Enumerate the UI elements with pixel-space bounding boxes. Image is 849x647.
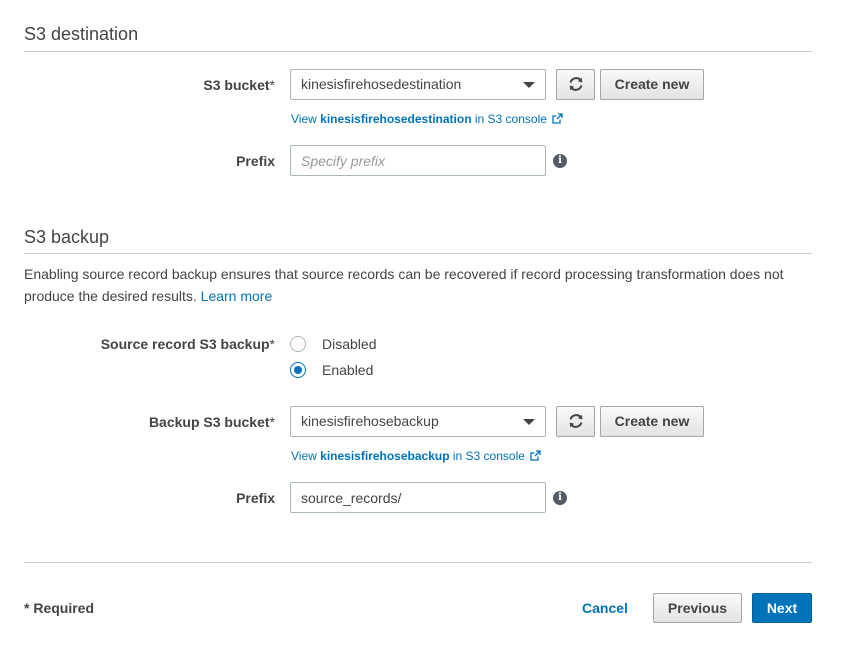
refresh-bucket-button[interactable] — [556, 69, 595, 100]
section-divider — [24, 253, 812, 254]
previous-button[interactable]: Previous — [653, 593, 742, 623]
view-bucket-console-link[interactable]: View kinesisfirehosedestination in S3 co… — [291, 112, 563, 126]
section-divider — [24, 51, 812, 52]
backup-description-text: Enabling source record backup ensures th… — [24, 266, 784, 304]
s3-bucket-select[interactable]: kinesisfirehosedestination — [290, 69, 546, 100]
radio-enabled-label: Enabled — [322, 362, 374, 378]
info-icon[interactable]: i — [553, 491, 567, 505]
backup-prefix-label: Prefix — [236, 490, 275, 506]
cancel-button[interactable]: Cancel — [582, 600, 628, 616]
source-record-backup-label-text: Source record S3 backup — [100, 336, 270, 352]
chevron-down-icon — [523, 82, 535, 88]
s3-bucket-label-text: S3 bucket — [203, 77, 270, 93]
s3-backup-title: S3 backup — [24, 227, 110, 247]
footer-divider — [24, 562, 812, 563]
backup-bucket-select[interactable]: kinesisfirehosebackup — [290, 406, 546, 437]
radio-disabled-circle[interactable] — [290, 336, 306, 352]
link-prefix: View — [291, 449, 317, 463]
radio-enabled-circle[interactable] — [290, 362, 306, 378]
required-asterisk: * — [269, 414, 275, 430]
s3-bucket-select-value: kinesisfirehosedestination — [301, 76, 462, 92]
source-record-backup-label: Source record S3 backup* — [101, 336, 275, 352]
create-new-bucket-button[interactable]: Create new — [600, 69, 704, 100]
s3-destination-title: S3 destination — [24, 24, 139, 44]
required-asterisk: * — [269, 77, 275, 93]
info-icon[interactable]: i — [553, 154, 567, 168]
link-suffix: in S3 console — [474, 112, 547, 126]
backup-prefix-input[interactable] — [290, 482, 546, 513]
chevron-down-icon — [523, 419, 535, 425]
link-prefix: View — [291, 112, 317, 126]
link-suffix: in S3 console — [452, 449, 525, 463]
radio-enabled[interactable]: Enabled — [290, 361, 373, 379]
required-note: * Required — [24, 600, 95, 616]
next-button[interactable]: Next — [752, 593, 812, 623]
external-link-icon — [552, 113, 563, 124]
radio-disabled[interactable]: Disabled — [290, 335, 376, 353]
backup-bucket-label: Backup S3 bucket* — [149, 414, 275, 430]
refresh-icon — [569, 414, 582, 428]
prefix-label: Prefix — [236, 153, 275, 169]
link-bucket-name: kinesisfirehosebackup — [320, 449, 450, 463]
learn-more-link[interactable]: Learn more — [201, 288, 273, 304]
view-backup-bucket-console-link[interactable]: View kinesisfirehosebackup in S3 console — [291, 449, 541, 463]
external-link-icon — [530, 450, 541, 461]
backup-bucket-label-text: Backup S3 bucket — [148, 414, 270, 430]
create-new-backup-bucket-button[interactable]: Create new — [600, 406, 704, 437]
s3-bucket-label: S3 bucket* — [203, 77, 275, 93]
link-bucket-name: kinesisfirehosedestination — [320, 112, 472, 126]
required-asterisk: * — [269, 336, 275, 352]
refresh-icon — [569, 77, 582, 91]
radio-disabled-label: Disabled — [322, 336, 377, 352]
backup-description: Enabling source record backup ensures th… — [24, 263, 814, 307]
prefix-input[interactable] — [290, 145, 546, 176]
backup-bucket-select-value: kinesisfirehosebackup — [301, 413, 439, 429]
refresh-backup-bucket-button[interactable] — [556, 406, 595, 437]
